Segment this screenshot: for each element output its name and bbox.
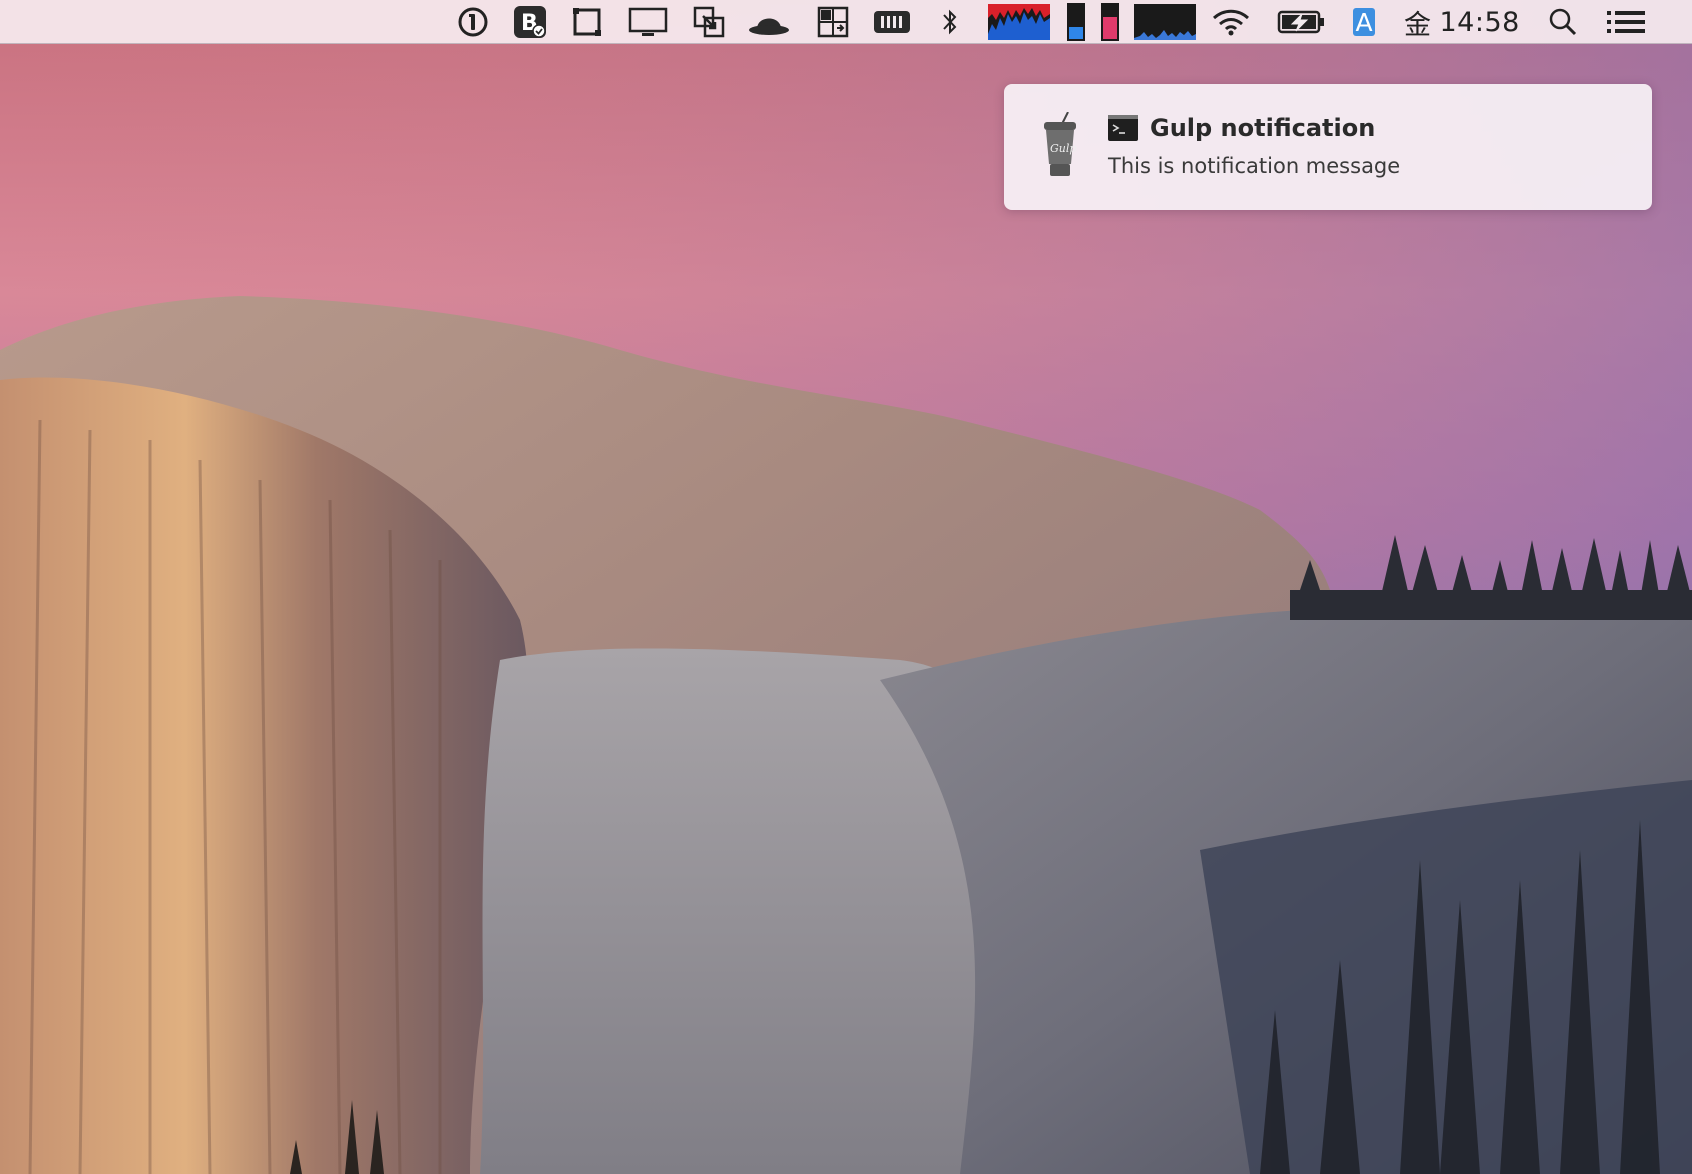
screen-resize-icon[interactable] — [692, 0, 726, 44]
network-graph-icon[interactable] — [1134, 0, 1196, 44]
bartender-icon[interactable]: B — [511, 0, 549, 44]
gulp-notification-banner[interactable]: Gulp Gulp notification This is notificat… — [1004, 84, 1652, 210]
memory-icon[interactable] — [872, 0, 912, 44]
menu-clock[interactable]: 金 14:58 — [1404, 0, 1520, 44]
input-source-icon[interactable]: A — [1352, 0, 1376, 44]
memory-gauge-icon[interactable] — [1100, 0, 1120, 44]
svg-text:Gulp: Gulp — [1050, 142, 1076, 155]
window-tiling-icon[interactable] — [816, 0, 850, 44]
cpu-graph-icon[interactable] — [988, 0, 1050, 44]
notification-message: This is notification message — [1108, 154, 1401, 178]
disk-gauge-icon[interactable] — [1066, 0, 1086, 44]
window-frame-icon[interactable] — [571, 0, 603, 44]
bowler-hat-icon[interactable] — [746, 0, 792, 44]
input-source-label: A — [1353, 8, 1375, 36]
clock-day: 金 — [1404, 9, 1432, 41]
wifi-icon[interactable] — [1210, 0, 1252, 44]
terminal-icon — [1108, 115, 1138, 141]
desktop: B A 金 14:58 Gulp Gulp notification This … — [0, 0, 1692, 1174]
bluetooth-icon[interactable] — [938, 0, 962, 44]
notification-title: Gulp notification — [1150, 114, 1376, 142]
clock-time: 14:58 — [1439, 6, 1520, 38]
gulp-cup-icon: Gulp — [1044, 112, 1076, 176]
1password-icon[interactable] — [456, 0, 490, 44]
menu-bar: B A 金 14:58 — [0, 0, 1692, 44]
notification-center-icon[interactable] — [1606, 0, 1646, 44]
spotlight-search-icon[interactable] — [1546, 0, 1580, 44]
notification-title-row: Gulp notification — [1108, 114, 1375, 142]
display-icon[interactable] — [628, 0, 668, 44]
battery-charging-icon[interactable] — [1276, 0, 1326, 44]
